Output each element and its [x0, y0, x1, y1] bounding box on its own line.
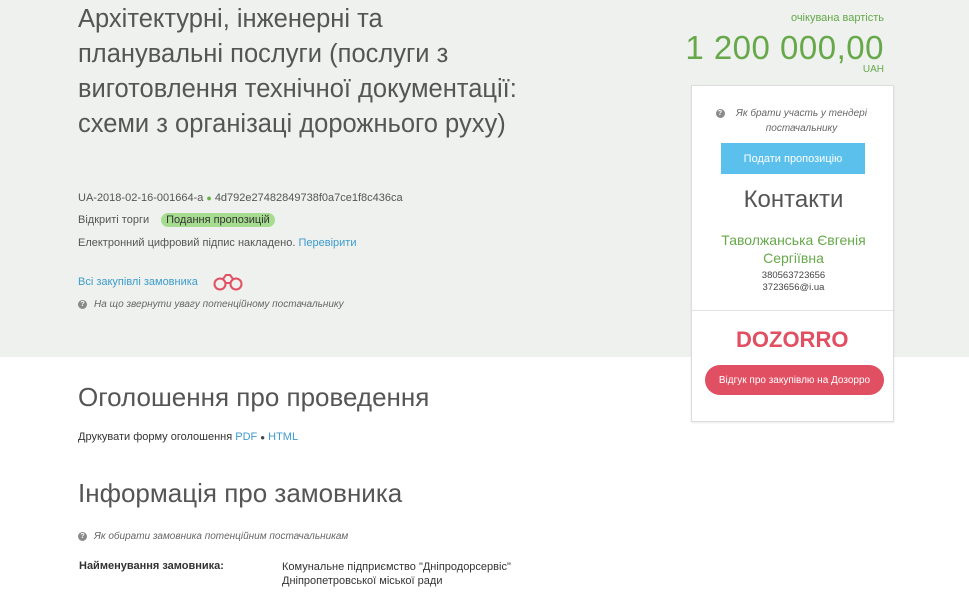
attention-hint-text: На що звернути увагу потенційному постач… — [94, 299, 344, 310]
procedure-type: Відкриті торги — [78, 214, 150, 226]
pdf-link[interactable]: PDF — [235, 431, 257, 443]
binoculars-icon[interactable] — [212, 273, 244, 291]
question-icon: ? — [715, 109, 725, 118]
bullet-icon: ● — [206, 193, 212, 203]
dozorro-logo-text: DOZORRO — [736, 327, 848, 351]
question-icon: ? — [78, 300, 87, 309]
tender-identifiers: UA-2018-02-16-001664-a ● 4d792e27482849738… — [78, 192, 403, 204]
html-link[interactable]: HTML — [268, 431, 298, 443]
dozorro-logo[interactable]: DOZORRO — [736, 327, 852, 351]
bullet-icon: ● — [260, 433, 266, 442]
attention-hint[interactable]: ? На що звернути увагу потенційному пост… — [78, 299, 344, 310]
contact-email: 3723656@i.ua — [762, 282, 825, 293]
participate-hint[interactable]: ? Як брати участь у тендері постачальник… — [692, 106, 895, 136]
participate-hint-text: Як брати участь у тендері постачальнику — [736, 108, 867, 134]
customer-name-label: Найменування замовника: — [79, 560, 224, 572]
all-purchases-link[interactable]: Всі закупівлі замовника — [78, 276, 198, 288]
dozorro-review-button[interactable]: Відгук про закупівлю на Дозорро — [705, 365, 884, 395]
customer-hint-text: Як обирати замовника потенційним постача… — [94, 531, 349, 542]
contact-name: Таволжанська Євгенія Сергіївна — [721, 232, 866, 266]
side-panel: ? Як брати участь у тендері постачальник… — [691, 85, 895, 422]
procedure-row: Відкриті торги Подання пропозицій — [78, 213, 275, 227]
tender-id: UA-2018-02-16-001664-a — [78, 192, 204, 204]
contact-phone: 380563723656 — [761, 270, 826, 281]
announcement-heading: Оголошення про проведення — [78, 382, 430, 412]
expected-cost-label: очікувана вартість — [790, 12, 884, 24]
panel-divider — [692, 310, 895, 311]
customer-hint[interactable]: ? Як обирати замовника потенційним поста… — [78, 531, 348, 542]
submit-proposal-button[interactable]: Подати пропозицію — [721, 143, 865, 174]
all-purchases-row: Всі закупівлі замовника — [78, 273, 244, 291]
signature-text: Електронний цифровий підпис накладено. — [78, 237, 296, 249]
tender-title: Архітектурні, інженерні та планувальні п… — [78, 5, 517, 138]
cost-currency: UAH — [862, 64, 884, 75]
expected-cost-value: 1 200 000,00 — [685, 29, 884, 66]
signature-row: Електронний цифровий підпис накладено. П… — [78, 237, 356, 249]
status-badge: Подання пропозицій — [161, 213, 275, 227]
verify-signature-link[interactable]: Перевірити — [298, 237, 356, 249]
contacts-title: Контакти — [743, 186, 844, 213]
print-form-label: Друкувати форму оголошення — [78, 431, 233, 443]
tender-hash: 4d792e27482849738f0a7ce1f8c436ca — [214, 192, 403, 204]
print-form-row: Друкувати форму оголошення PDF ● HTML — [78, 431, 298, 443]
question-icon: ? — [78, 532, 87, 541]
customer-name-value: Комунальне підприємство "Дніпродорсервіс… — [282, 561, 511, 587]
customer-info-heading: Інформація про замовника — [78, 478, 403, 508]
